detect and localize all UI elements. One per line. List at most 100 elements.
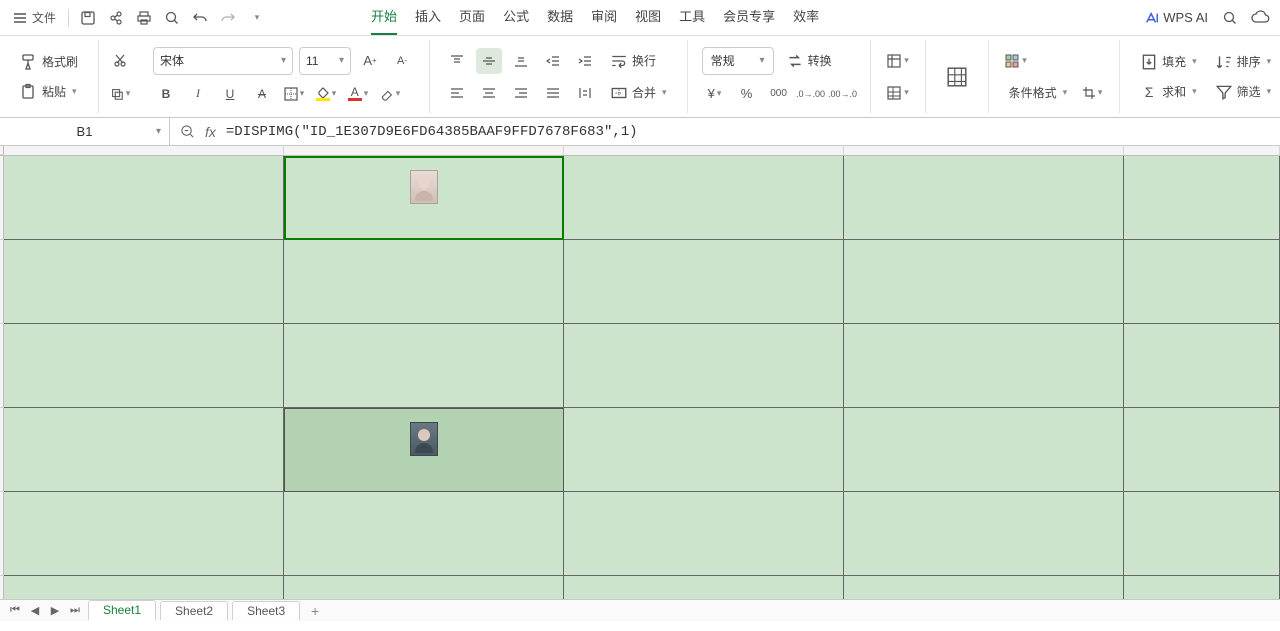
print-preview-button[interactable] [159,5,185,31]
cell[interactable] [564,324,844,408]
wrap-text-button[interactable]: 换行 [604,49,662,73]
strikethrough-button[interactable]: A [249,81,275,107]
cell[interactable] [284,324,564,408]
align-top-button[interactable] [444,48,470,74]
fill-color-button[interactable] [313,81,339,107]
tab-insert[interactable]: 插入 [415,0,441,35]
cell[interactable] [1124,156,1280,240]
format-painter-button[interactable]: 格式刷 [14,50,84,74]
row-col-button[interactable] [885,48,911,74]
increase-font-button[interactable]: A+ [357,48,383,74]
sheet-nav-last[interactable]: ⏭ [66,602,84,620]
tab-view[interactable]: 视图 [635,0,661,35]
print-button[interactable] [131,5,157,31]
embedded-image[interactable] [410,422,438,456]
undo-button[interactable] [187,5,213,31]
tab-formula[interactable]: 公式 [503,0,529,35]
increase-indent-button[interactable] [572,48,598,74]
cell[interactable] [564,240,844,324]
zoom-out-icon[interactable] [180,124,195,139]
cell[interactable] [844,408,1124,492]
sum-button[interactable]: Σ求和 [1134,80,1203,104]
embedded-image[interactable] [410,170,438,204]
number-format-select[interactable]: 常规 ▾ [702,47,774,75]
decrease-indent-button[interactable] [540,48,566,74]
cell[interactable] [4,408,284,492]
spreadsheet-grid[interactable] [0,146,1280,599]
cell[interactable] [4,156,284,240]
align-left-button[interactable] [444,80,470,106]
tab-efficiency[interactable]: 效率 [793,0,819,35]
format-button[interactable] [1079,80,1105,106]
decrease-decimal-button[interactable]: .00→.0 [830,81,856,107]
align-right-button[interactable] [508,80,534,106]
font-name-select[interactable]: 宋体 ▾ [153,47,293,75]
cell-b4[interactable] [284,408,564,492]
wps-ai-button[interactable]: WPS AI [1145,10,1208,25]
cell[interactable] [564,156,844,240]
cell[interactable] [4,576,284,599]
fx-icon[interactable]: fx [205,124,216,140]
currency-button[interactable]: ¥ [702,81,728,107]
col-header-c[interactable] [564,146,844,155]
cell[interactable] [844,492,1124,576]
cell[interactable] [1124,408,1280,492]
cell[interactable] [564,492,844,576]
col-header-d[interactable] [844,146,1124,155]
sheet-nav-next[interactable]: ▶ [46,602,64,620]
cell[interactable] [844,156,1124,240]
border-button[interactable] [281,81,307,107]
quick-access-more[interactable] [243,5,269,31]
font-color-button[interactable]: A [345,81,371,107]
tab-page[interactable]: 页面 [459,0,485,35]
cond-format-button[interactable]: 条件格式 [1003,81,1074,104]
worksheet-button[interactable] [885,80,911,106]
decrease-font-button[interactable]: A- [389,48,415,74]
cell[interactable] [284,576,564,599]
distribute-button[interactable] [572,80,598,106]
cell[interactable] [4,240,284,324]
cell[interactable] [844,324,1124,408]
sheet-tab-1[interactable]: Sheet1 [88,600,156,621]
tab-start[interactable]: 开始 [371,0,397,35]
merge-button[interactable]: 合并 [604,81,673,105]
cell-b1[interactable] [284,156,564,240]
table-style-button[interactable] [940,60,974,94]
file-menu[interactable]: 文件 [6,7,62,28]
cell[interactable] [844,240,1124,324]
convert-button[interactable]: 转换 [780,49,838,73]
align-middle-button[interactable] [476,48,502,74]
tab-review[interactable]: 审阅 [591,0,617,35]
cloud-sync-button[interactable] [1246,4,1274,32]
cell[interactable] [1124,576,1280,599]
copy-button[interactable] [107,81,133,107]
col-header-e[interactable] [1124,146,1280,155]
percent-button[interactable]: % [734,81,760,107]
cell[interactable] [4,324,284,408]
filter-button[interactable]: 筛选 [1209,80,1278,104]
col-header-b[interactable] [284,146,564,155]
paste-button[interactable]: 粘贴 [14,80,83,104]
sheet-tab-2[interactable]: Sheet2 [160,601,228,620]
cell-style-button[interactable] [1003,48,1029,74]
cell[interactable] [844,576,1124,599]
align-center-button[interactable] [476,80,502,106]
cut-button[interactable] [107,47,133,73]
cell[interactable] [284,492,564,576]
sheet-nav-first[interactable]: ⏮ [6,602,24,620]
sort-button[interactable]: 排序 [1209,50,1278,74]
underline-button[interactable]: U [217,81,243,107]
cell[interactable] [1124,240,1280,324]
redo-button[interactable] [215,5,241,31]
cell[interactable] [1124,324,1280,408]
cell[interactable] [284,240,564,324]
share-button[interactable] [103,5,129,31]
tab-data[interactable]: 数据 [547,0,573,35]
tab-member[interactable]: 会员专享 [723,0,775,35]
cell[interactable] [564,576,844,599]
cell[interactable] [564,408,844,492]
cell[interactable] [1124,492,1280,576]
formula-input[interactable] [226,124,1270,140]
bold-button[interactable]: B [153,81,179,107]
save-button[interactable] [75,5,101,31]
